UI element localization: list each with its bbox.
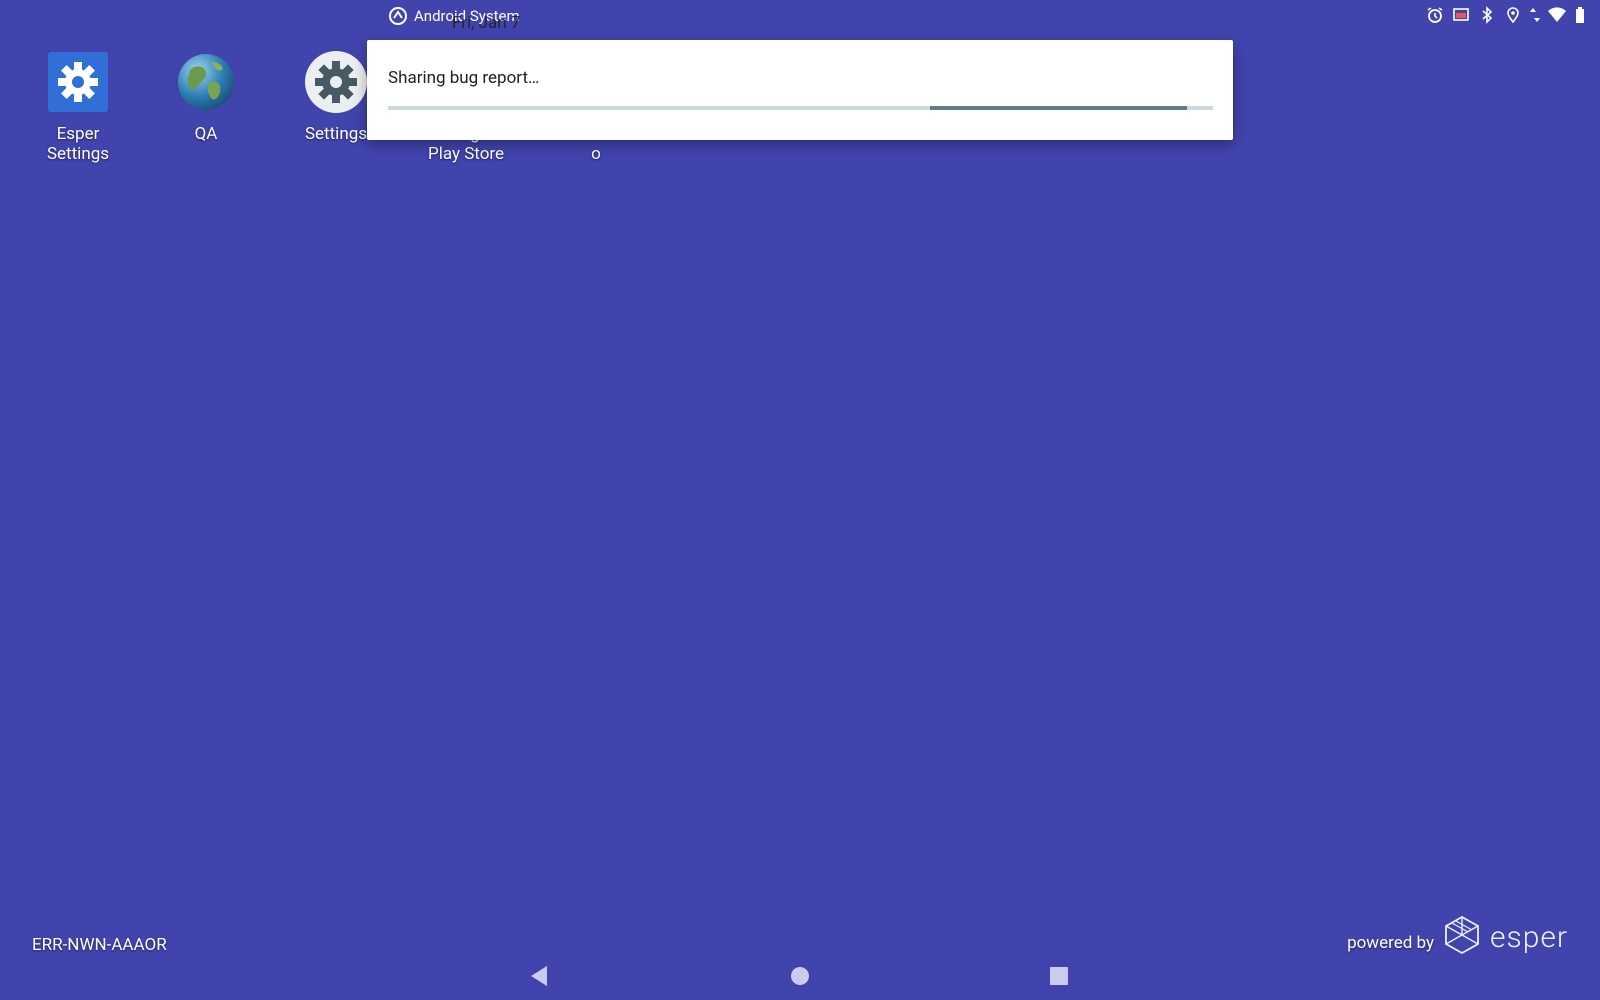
app-qa[interactable]: QA — [142, 50, 270, 144]
bug-report-progress-dialog[interactable]: Sharing bug report… — [367, 40, 1233, 140]
settings-gear-icon — [304, 50, 368, 114]
app-esper-settings[interactable]: Esper Settings — [14, 50, 142, 164]
progress-bar-fill — [930, 106, 1188, 110]
home-icon — [790, 966, 810, 990]
alarm-icon — [1426, 6, 1444, 24]
bluetooth-icon — [1478, 6, 1496, 24]
app-label: Settings — [304, 124, 368, 144]
globe-icon — [174, 50, 238, 114]
status-bar: Android System Fri, Jan 7 — [0, 0, 1600, 33]
esper-settings-gear-icon — [46, 50, 110, 114]
back-button[interactable] — [519, 958, 559, 998]
recents-icon — [1049, 966, 1069, 990]
back-icon — [529, 965, 549, 991]
app-label: QA — [194, 124, 218, 144]
recents-button[interactable] — [1039, 958, 1079, 998]
data-arrows-icon — [1530, 6, 1540, 24]
navigation-bar — [0, 948, 1600, 1000]
status-icons — [1426, 5, 1586, 25]
wifi-icon — [1548, 6, 1566, 24]
dialog-message: Sharing bug report… — [388, 68, 540, 88]
battery-icon — [1574, 6, 1586, 24]
android-system-icon — [388, 6, 408, 26]
status-date: Fri, Jan 7 — [452, 13, 521, 33]
home-button[interactable] — [780, 958, 820, 998]
cast-icon — [1452, 6, 1470, 24]
location-icon — [1504, 6, 1522, 24]
app-label: Esper Settings — [46, 124, 110, 164]
progress-bar — [388, 106, 1213, 110]
